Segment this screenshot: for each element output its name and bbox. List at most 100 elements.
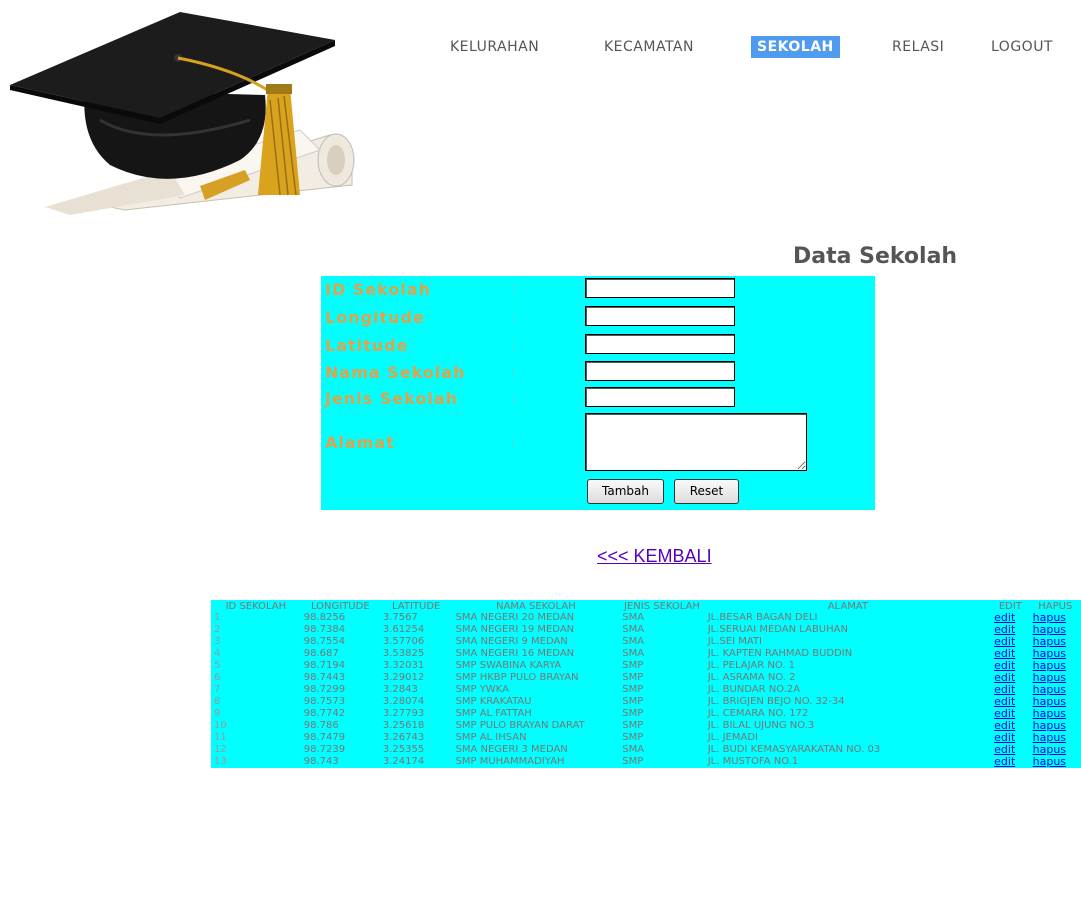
cell-nama-sekolah: SMP PULO BRAYAN DARAT bbox=[455, 720, 585, 731]
table-row: 7 98.7299 3.2843 SMP YWKA SMP JL. BUNDAR NO.2… bbox=[211, 684, 1081, 696]
nama-sekolah-input[interactable] bbox=[585, 361, 735, 381]
nama-sekolah-colon: : bbox=[511, 367, 515, 379]
table-row: 11 98.7479 3.26743 SMP AL IHSAN SMP JL. JEMAD… bbox=[211, 732, 1081, 744]
cell-alamat: JL. KAPTEN RAHMAD BUDDIN bbox=[707, 648, 853, 659]
header-nama-sekolah: NAMA SEKOLAH bbox=[496, 601, 576, 612]
cell-nama-sekolah: SMP SWABINA KARYA bbox=[455, 660, 562, 671]
table-row: 8 98.7573 3.28074 SMP KRAKATAU SMP JL. BRIGJE… bbox=[211, 696, 1081, 708]
id-sekolah-input[interactable] bbox=[585, 278, 735, 298]
cell-alamat: JL. BUNDAR NO.2A bbox=[707, 684, 801, 695]
top-nav: KELURAHAN KECAMATAN SEKOLAH RELASI LOGOU… bbox=[0, 36, 1081, 60]
cell-longitude: 98.8256 bbox=[303, 612, 346, 623]
table-row: 13 98.743 3.24174 SMP MUHAMMADIYAH SMP JL. MU… bbox=[211, 756, 1081, 768]
cell-latitude: 3.25618 bbox=[382, 720, 425, 731]
alamat-textarea[interactable] bbox=[585, 413, 807, 471]
cell-latitude: 3.53825 bbox=[382, 648, 425, 659]
header-latitude: LATITUDE bbox=[391, 601, 441, 612]
cell-alamat: JL. JEMADI bbox=[707, 732, 758, 743]
cell-longitude: 98.7384 bbox=[303, 624, 346, 635]
cell-longitude: 98.7479 bbox=[303, 732, 346, 743]
nav-item-kecamatan[interactable]: KECAMATAN bbox=[604, 36, 694, 58]
cell-latitude: 3.61254 bbox=[382, 624, 425, 635]
cell-alamat: JL. PELAJAR NO. 1 bbox=[707, 660, 796, 671]
cell-jenis-sekolah: SMP bbox=[622, 672, 644, 683]
table-row: 6 98.7443 3.29012 SMP HKBP PULO BRAYAN SMP JL… bbox=[211, 672, 1081, 684]
jenis-sekolah-label: Jenis Sekolah bbox=[325, 389, 459, 408]
latitude-input[interactable] bbox=[585, 334, 735, 354]
tambah-button[interactable]: Tambah bbox=[587, 479, 664, 504]
cell-id: 7 bbox=[214, 684, 221, 695]
longitude-colon: : bbox=[511, 312, 515, 324]
edit-link[interactable]: edit bbox=[994, 755, 1015, 768]
nav-item-logout[interactable]: LOGOUT bbox=[991, 36, 1053, 58]
cell-nama-sekolah: SMP HKBP PULO BRAYAN bbox=[455, 672, 579, 683]
logo-graduation-cap bbox=[0, 0, 360, 215]
nav-item-kelurahan[interactable]: KELURAHAN bbox=[450, 36, 539, 58]
cell-alamat: JL.SEI MATI bbox=[707, 636, 762, 647]
cell-nama-sekolah: SMA NEGERI 16 MEDAN bbox=[455, 648, 575, 659]
cell-nama-sekolah: SMP AL IHSAN bbox=[455, 732, 527, 743]
page-title: Data Sekolah bbox=[793, 244, 958, 269]
header-longitude: LONGITUDE bbox=[310, 601, 370, 612]
reset-button[interactable]: Reset bbox=[674, 479, 739, 504]
table-body: 1 98.8256 3.7567 SMA NEGERI 20 MEDAN SMA JL.B… bbox=[211, 612, 1081, 768]
table-header-row: ID SEKOLAH LONGITUDE LATITUDE NAMA SEKOL… bbox=[211, 600, 1081, 612]
cell-latitude: 3.28074 bbox=[382, 696, 425, 707]
header-jenis-sekolah: JENIS SEKOLAH bbox=[624, 601, 700, 612]
nav-item-relasi[interactable]: RELASI bbox=[892, 36, 944, 58]
cell-latitude: 3.2843 bbox=[382, 684, 418, 695]
cell-nama-sekolah: SMP YWKA bbox=[455, 684, 509, 695]
cell-latitude: 3.26743 bbox=[382, 732, 425, 743]
sekolah-table: ID SEKOLAH LONGITUDE LATITUDE NAMA SEKOL… bbox=[211, 600, 1081, 768]
id-sekolah-label: ID Sekolah bbox=[325, 280, 432, 299]
longitude-input[interactable] bbox=[585, 306, 735, 326]
table-row: 10 98.786 3.25618 SMP PULO BRAYAN DARAT SMP J… bbox=[211, 720, 1081, 732]
cell-id: 1 bbox=[214, 612, 221, 623]
cell-jenis-sekolah: SMP bbox=[622, 708, 644, 719]
jenis-sekolah-colon: : bbox=[511, 393, 515, 405]
kembali-link[interactable]: <<< KEMBALI bbox=[597, 546, 712, 567]
sekolah-form: ID Sekolah : Longitude : Latitude : Nama… bbox=[321, 276, 875, 510]
jenis-sekolah-input[interactable] bbox=[585, 387, 735, 407]
cell-alamat: JL.BESAR BAGAN DELI bbox=[707, 612, 818, 623]
table-row: 2 98.7384 3.61254 SMA NEGERI 19 MEDAN SMA JL.… bbox=[211, 624, 1081, 636]
cell-jenis-sekolah: SMP bbox=[622, 684, 644, 695]
cell-latitude: 3.24174 bbox=[382, 756, 425, 767]
header-alamat: ALAMAT bbox=[827, 601, 869, 612]
table-row: 12 98.7239 3.25355 SMA NEGERI 3 MEDAN SMA JL.… bbox=[211, 744, 1081, 756]
cell-id: 6 bbox=[214, 672, 221, 683]
cell-alamat: JL.SERUAI MEDAN LABUHAN bbox=[707, 624, 848, 635]
table-row: 5 98.7194 3.32031 SMP SWABINA KARYA SMP JL. P… bbox=[211, 660, 1081, 672]
table-row: 1 98.8256 3.7567 SMA NEGERI 20 MEDAN SMA JL.B… bbox=[211, 612, 1081, 624]
hapus-link[interactable]: hapus bbox=[1033, 755, 1066, 768]
cell-id: 11 bbox=[214, 732, 227, 743]
cell-jenis-sekolah: SMA bbox=[622, 744, 645, 755]
cell-nama-sekolah: SMP KRAKATAU bbox=[455, 696, 532, 707]
alamat-colon: : bbox=[511, 437, 515, 449]
cell-longitude: 98.786 bbox=[303, 720, 339, 731]
cell-alamat: JL. ASRAMA NO. 2 bbox=[707, 672, 796, 683]
cell-id: 5 bbox=[214, 660, 221, 671]
id-sekolah-colon: : bbox=[511, 284, 515, 296]
cell-longitude: 98.687 bbox=[303, 648, 339, 659]
cell-jenis-sekolah: SMA bbox=[622, 648, 645, 659]
cell-jenis-sekolah: SMP bbox=[622, 732, 644, 743]
cell-latitude: 3.57706 bbox=[382, 636, 425, 647]
table-row: 4 98.687 3.53825 SMA NEGERI 16 MEDAN SMA JL. … bbox=[211, 648, 1081, 660]
cell-longitude: 98.7573 bbox=[303, 696, 346, 707]
cell-alamat: JL. BRIGJEN BEJO NO. 32-34 bbox=[707, 696, 845, 707]
cell-edit: edit bbox=[991, 756, 1029, 768]
cell-latitude: 3.29012 bbox=[382, 672, 425, 683]
cell-jenis-sekolah: SMP bbox=[622, 660, 644, 671]
cell-id: 8 bbox=[214, 696, 221, 707]
nav-item-sekolah[interactable]: SEKOLAH bbox=[751, 36, 840, 58]
cell-longitude: 98.7443 bbox=[303, 672, 346, 683]
cell-alamat: JL. BILAL UJUNG NO.3 bbox=[707, 720, 815, 731]
cell-id: 2 bbox=[214, 624, 221, 635]
cell-jenis-sekolah: SMP bbox=[622, 720, 644, 731]
cell-nama-sekolah: SMA NEGERI 20 MEDAN bbox=[455, 612, 575, 623]
cell-jenis-sekolah: SMA bbox=[622, 612, 645, 623]
cell-longitude: 98.7299 bbox=[303, 684, 346, 695]
cell-alamat: JL. CEMARA NO. 172 bbox=[707, 708, 809, 719]
latitude-label: Latitude bbox=[325, 336, 409, 355]
